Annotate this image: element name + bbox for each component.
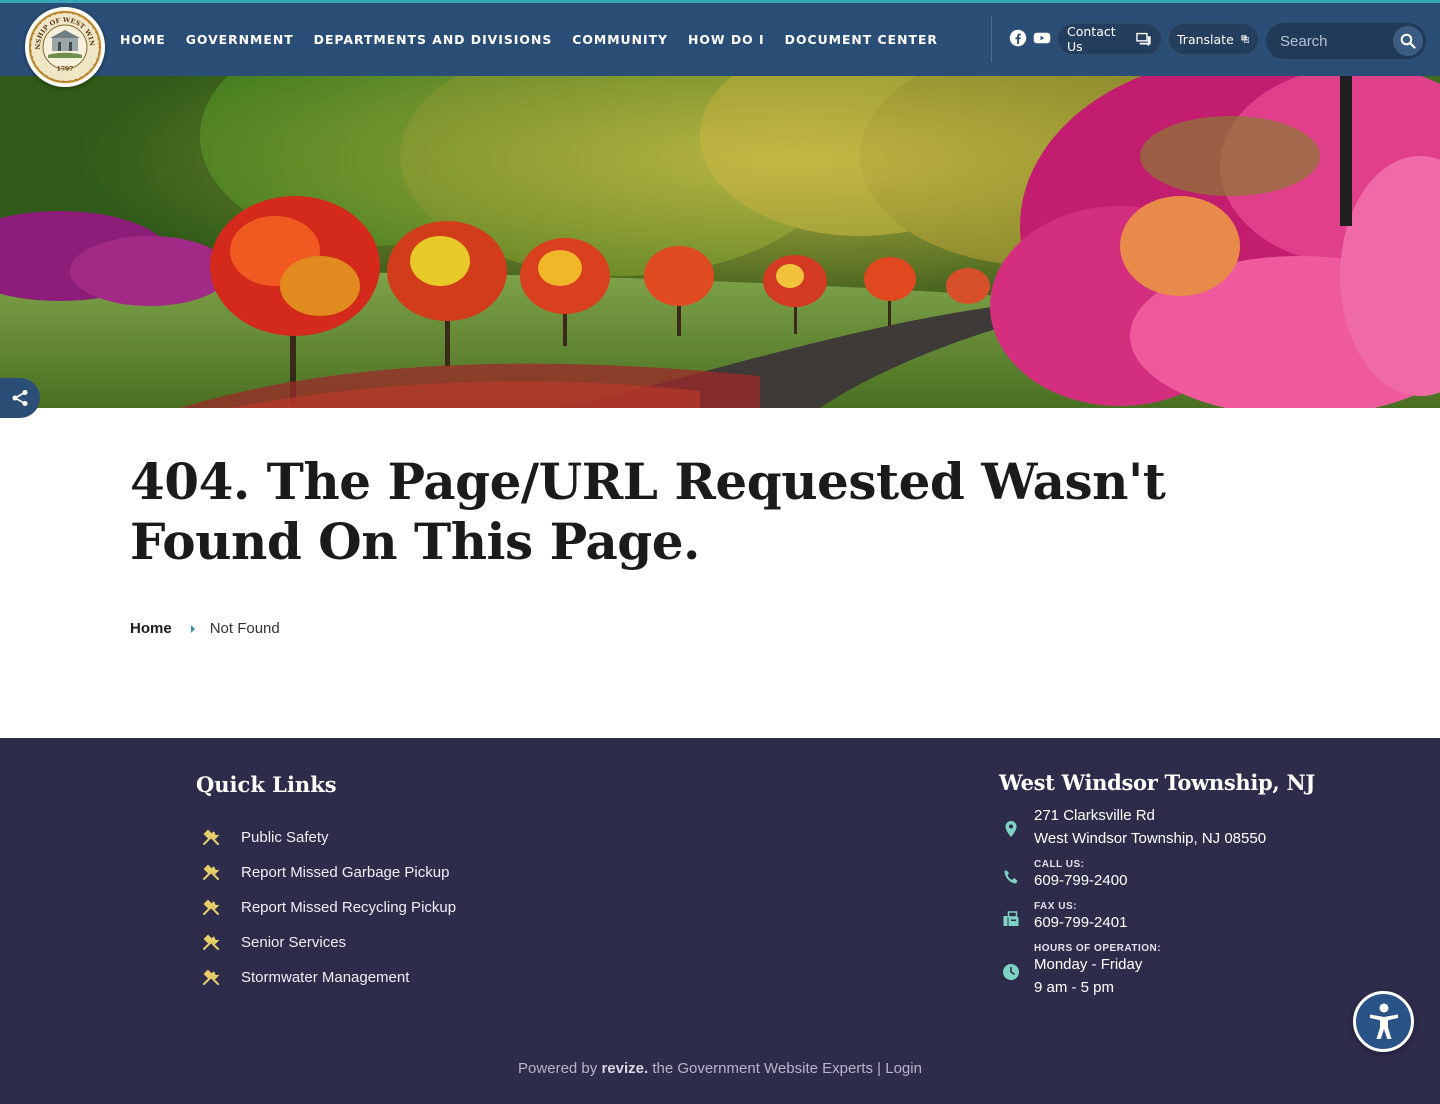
translate-label: Translate xyxy=(1177,31,1234,47)
phone-number[interactable]: 609-799-2400 xyxy=(1034,872,1127,889)
tools-icon xyxy=(203,899,220,915)
search-input[interactable] xyxy=(1280,31,1392,51)
page-title: 404. The Page/URL Requested Wasn't Found… xyxy=(130,452,1166,571)
accessibility-icon xyxy=(1369,1003,1398,1039)
hours-days: Monday - Friday xyxy=(1034,956,1143,973)
nav-home[interactable]: HOME xyxy=(120,32,166,47)
share-button[interactable] xyxy=(0,378,40,418)
clock-icon xyxy=(1003,964,1019,980)
site-footer: Quick Links Public Safety Report Missed … xyxy=(0,738,1440,1104)
township-seal-logo[interactable]: TOWNSHIP OF WEST WINDSOR 1797 xyxy=(25,7,105,87)
tools-icon xyxy=(203,934,220,950)
quick-link-recycling[interactable]: Report Missed Recycling Pickup xyxy=(202,890,456,925)
accessibility-button[interactable] xyxy=(1353,991,1414,1052)
search-box xyxy=(1266,23,1426,59)
revize-brand[interactable]: revize. xyxy=(601,1060,648,1077)
seal-year: 1797 xyxy=(57,66,74,73)
nav-departments[interactable]: DEPARTMENTS AND DIVISIONS xyxy=(314,32,553,47)
quick-link-public-safety[interactable]: Public Safety xyxy=(202,820,456,855)
header-divider xyxy=(991,16,992,62)
powered-separator: | xyxy=(877,1060,882,1077)
login-link[interactable]: Login xyxy=(885,1060,922,1077)
fax-icon xyxy=(1003,911,1019,926)
seal-graphic: TOWNSHIP OF WEST WINDSOR 1797 xyxy=(28,10,101,83)
search-icon xyxy=(1400,33,1416,49)
quick-link-stormwater[interactable]: Stormwater Management xyxy=(202,960,456,995)
nav-document-center[interactable]: DOCUMENT CENTER xyxy=(785,32,938,47)
fax-us-label: FAX US: xyxy=(1034,901,1077,912)
quick-link-senior-services[interactable]: Senior Services xyxy=(202,925,456,960)
tools-icon xyxy=(203,829,220,845)
chevron-right-icon xyxy=(190,624,195,633)
call-us-label: CALL US: xyxy=(1034,859,1085,870)
contact-us-label: Contact Us xyxy=(1067,24,1116,54)
tools-icon xyxy=(203,864,220,880)
breadcrumb: Home Not Found xyxy=(130,620,280,637)
quick-link-garbage[interactable]: Report Missed Garbage Pickup xyxy=(202,855,456,890)
powered-prefix: Powered by xyxy=(518,1060,598,1077)
search-button[interactable] xyxy=(1393,26,1423,56)
quick-link-label: Report Missed Recycling Pickup xyxy=(241,899,457,916)
chat-icon xyxy=(1136,32,1152,46)
quick-links-list: Public Safety Report Missed Garbage Pick… xyxy=(202,820,456,995)
share-icon xyxy=(12,390,28,406)
phone-icon xyxy=(1004,870,1018,884)
quick-link-label: Report Missed Garbage Pickup xyxy=(241,864,450,881)
hours-time: 9 am - 5 pm xyxy=(1034,979,1115,996)
nav-community[interactable]: COMMUNITY xyxy=(572,32,668,47)
quick-link-label: Stormwater Management xyxy=(241,969,410,986)
hero-garden-image xyxy=(0,76,1440,408)
main-nav: HOME GOVERNMENT DEPARTMENTS AND DIVISION… xyxy=(120,3,958,76)
powered-suffix: the Government Website Experts xyxy=(652,1060,873,1077)
hero-photo xyxy=(0,76,1440,408)
nav-government[interactable]: GOVERNMENT xyxy=(186,32,294,47)
powered-by: Powered by revize. the Government Websit… xyxy=(0,1060,1440,1077)
address-line-2: West Windsor Township, NJ 08550 xyxy=(1034,830,1267,847)
facebook-icon[interactable] xyxy=(1009,29,1027,47)
address-line-1: 271 Clarksville Rd xyxy=(1034,807,1155,824)
location-pin-icon xyxy=(1005,821,1017,837)
contact-us-button[interactable]: Contact Us xyxy=(1057,23,1162,55)
tools-icon xyxy=(203,969,220,985)
breadcrumb-current: Not Found xyxy=(209,620,280,637)
youtube-icon[interactable] xyxy=(1033,29,1051,47)
hours-label: HOURS OF OPERATION: xyxy=(1034,943,1162,954)
township-title: West Windsor Township, NJ xyxy=(999,770,1315,795)
translate-icon: G xyxy=(1241,35,1249,43)
quick-link-label: Public Safety xyxy=(241,829,329,846)
quick-link-label: Senior Services xyxy=(241,934,347,951)
site-header: HOME GOVERNMENT DEPARTMENTS AND DIVISION… xyxy=(0,3,1440,76)
quick-links-title: Quick Links xyxy=(196,772,337,797)
fax-number: 609-799-2401 xyxy=(1034,914,1128,931)
translate-button[interactable]: Translate G xyxy=(1168,23,1259,55)
nav-how-do-i[interactable]: HOW DO I xyxy=(688,32,765,47)
breadcrumb-home-link[interactable]: Home xyxy=(130,620,172,637)
